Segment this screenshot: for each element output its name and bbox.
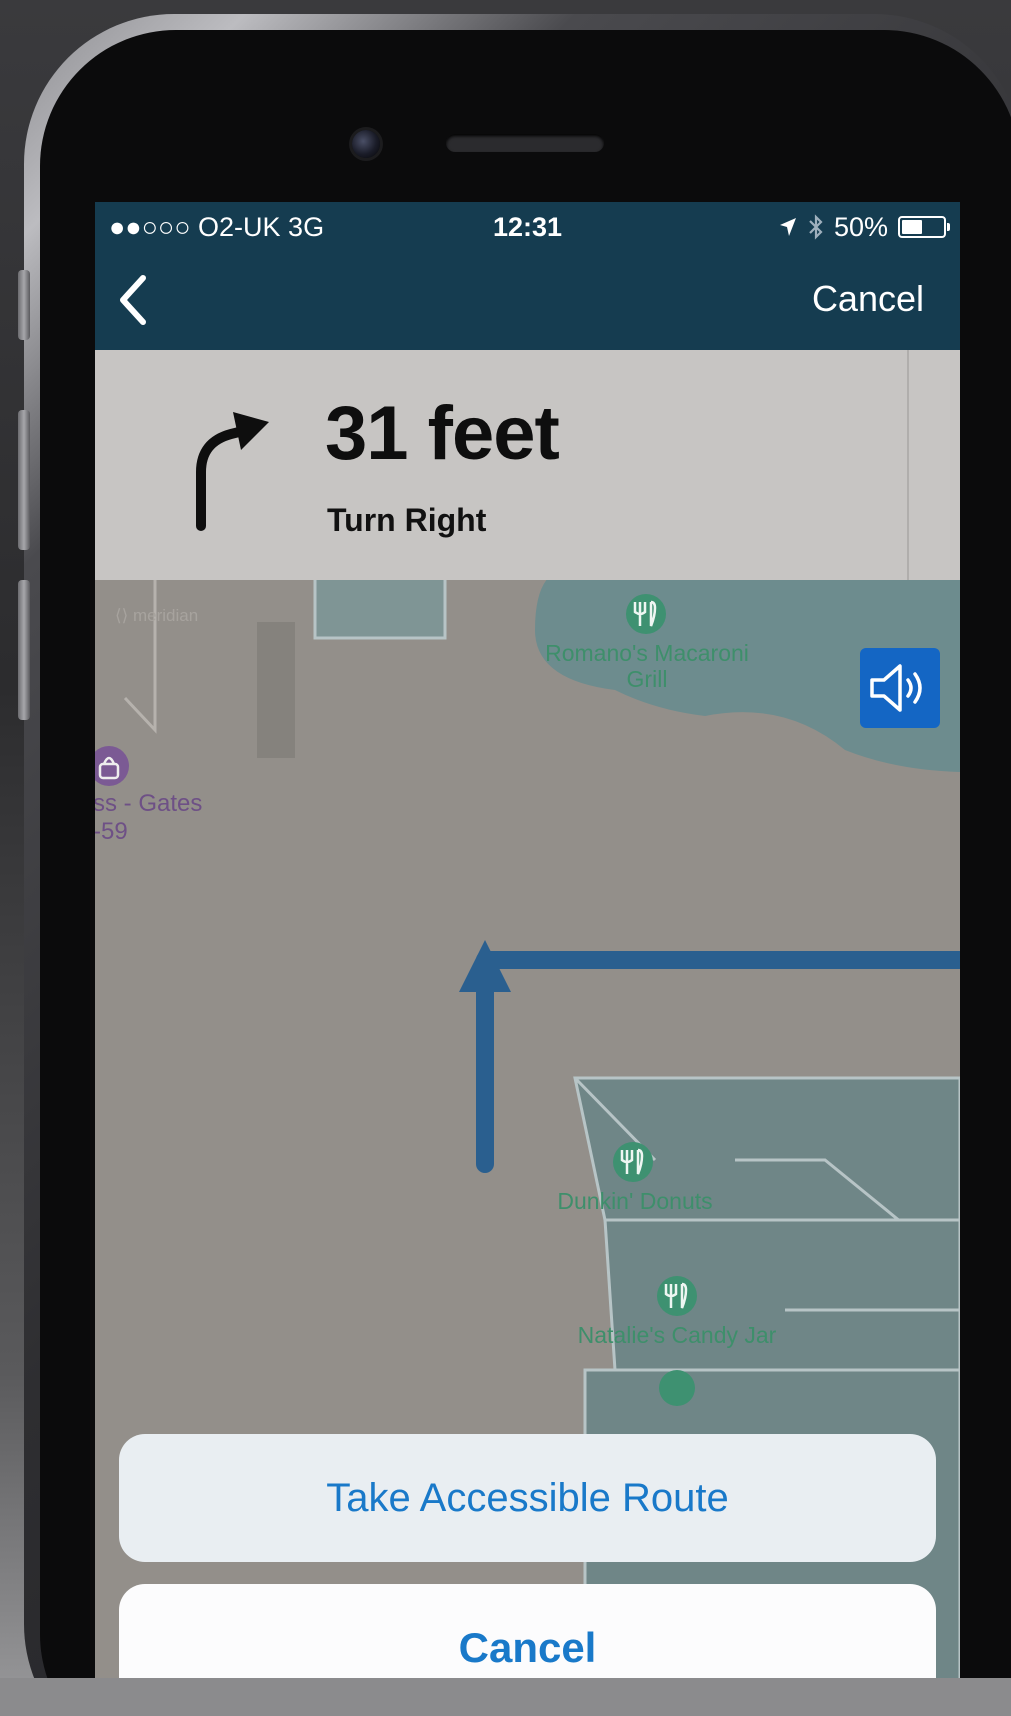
status-time: 12:31 bbox=[493, 212, 563, 242]
back-button[interactable] bbox=[109, 268, 169, 334]
store-icon bbox=[659, 1370, 695, 1406]
store-block bbox=[313, 580, 447, 640]
turn-right-arrow-icon bbox=[196, 412, 269, 531]
restaurant-icon bbox=[613, 1142, 653, 1182]
stage: ●●○○○ O2-UK 3G 12:31 50% Cancel 31 feet … bbox=[0, 0, 1011, 1716]
carrier-signal: ●●○○○ O2-UK 3G bbox=[109, 212, 325, 242]
status-right: 50% bbox=[778, 202, 950, 252]
meridian-logo-icon: ⟨⟩ bbox=[115, 606, 133, 625]
volume-down-button bbox=[18, 580, 30, 720]
earpiece-speaker bbox=[446, 134, 604, 152]
bluetooth-icon bbox=[809, 214, 823, 240]
poi-label-line: Grill bbox=[626, 666, 668, 692]
battery-icon bbox=[898, 216, 950, 238]
maneuver-text: Turn Right bbox=[327, 502, 487, 538]
restaurant-icon bbox=[626, 594, 666, 634]
pillar-block bbox=[257, 622, 295, 758]
poi-label-romanos: Romano's Macaroni Grill bbox=[525, 640, 769, 692]
front-camera-icon bbox=[352, 130, 380, 158]
speaker-icon bbox=[870, 664, 922, 712]
volume-up-button bbox=[18, 410, 30, 550]
battery-percent: 50% bbox=[833, 212, 888, 242]
bottom-strip bbox=[0, 1678, 1011, 1716]
meridian-attribution: ⟨⟩ meridian bbox=[115, 606, 199, 625]
poi-label-gates: ss - Gates -59 bbox=[95, 790, 202, 846]
poi-label-line: -59 bbox=[95, 818, 128, 845]
poi-label-line: Romano's Macaroni bbox=[545, 640, 749, 666]
turn-instruction-panel: 31 feet Turn Right bbox=[95, 350, 960, 580]
voice-guidance-button[interactable] bbox=[860, 648, 940, 728]
restaurant-icon bbox=[657, 1276, 697, 1316]
corridor-line bbox=[123, 580, 157, 734]
poi-label-dunkin: Dunkin' Donuts bbox=[557, 1188, 713, 1214]
action-sheet-cancel-button[interactable]: Cancel bbox=[119, 1584, 936, 1682]
nav-cancel-button[interactable]: Cancel bbox=[812, 278, 924, 320]
shopping-bag-icon bbox=[95, 746, 129, 786]
navigation-bar: Cancel bbox=[95, 252, 960, 350]
chevron-left-icon bbox=[120, 275, 146, 325]
instruction-divider bbox=[907, 350, 909, 580]
screen: ●●○○○ O2-UK 3G 12:31 50% Cancel 31 feet … bbox=[95, 202, 960, 1682]
status-bar: ●●○○○ O2-UK 3G 12:31 50% bbox=[95, 202, 960, 252]
mute-switch bbox=[18, 270, 30, 340]
take-accessible-route-button[interactable]: Take Accessible Route bbox=[119, 1434, 936, 1562]
location-arrow-icon bbox=[779, 218, 796, 236]
distance-text: 31 feet bbox=[325, 391, 560, 476]
poi-label-natalies: Natalie's Candy Jar bbox=[577, 1322, 777, 1348]
poi-label-line: ss - Gates bbox=[95, 790, 203, 817]
